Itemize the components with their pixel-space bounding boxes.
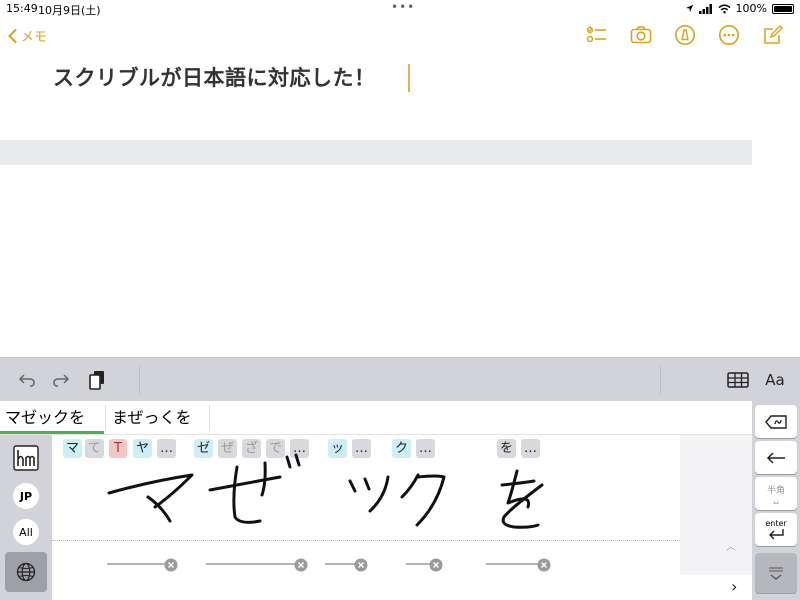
battery-percent: 100% (735, 2, 767, 15)
enter-key[interactable]: enter (755, 513, 797, 546)
status-bar: 15:49 10月9日(土) ••• 100% (0, 0, 800, 18)
dismiss-keyboard-key[interactable] (755, 553, 797, 593)
delete-stroke-icon[interactable] (294, 557, 308, 576)
globe-icon[interactable] (5, 552, 47, 592)
baseline-guide (52, 540, 680, 541)
multitasking-dots-icon[interactable]: ••• (391, 0, 415, 14)
camera-icon[interactable] (630, 24, 652, 46)
return-icon (769, 529, 784, 540)
location-icon (685, 4, 693, 13)
delete-stroke-icon[interactable] (537, 557, 551, 576)
right-key-column: 半角 ␣ enter (752, 401, 800, 600)
paste-icon[interactable] (86, 370, 108, 390)
delete-stroke-icon[interactable] (164, 557, 178, 576)
more-icon[interactable] (718, 24, 740, 46)
text-cursor (408, 64, 410, 92)
note-title[interactable]: スクリブルが日本語に対応した！ (53, 62, 376, 92)
keyboard-dismiss-icon (769, 567, 783, 580)
selected-candidate-underline (0, 431, 104, 434)
undo-icon[interactable] (16, 370, 38, 390)
status-right: 100% (685, 2, 794, 15)
signal-icon (698, 3, 712, 14)
delete-stroke-icon[interactable] (429, 557, 443, 576)
navigation-bar: メモ (0, 20, 800, 50)
text-format-button[interactable]: Aa (760, 370, 790, 390)
jp-mode-button[interactable]: JP (13, 483, 39, 509)
candidate-divider (209, 405, 210, 431)
wifi-icon (718, 4, 731, 13)
chevron-left-icon (8, 28, 17, 43)
table-icon[interactable] (726, 370, 750, 390)
backspace-arrow-key[interactable] (755, 441, 797, 474)
back-button[interactable]: メモ (8, 26, 47, 45)
back-label: メモ (21, 30, 48, 45)
checklist-icon[interactable] (586, 24, 608, 46)
candidate-divider (105, 405, 106, 431)
keyboard-toolbar: Aa (0, 357, 800, 401)
chevron-right-icon[interactable]: › (731, 577, 737, 596)
handwriting-area[interactable]: マ て T ヤ … ゼ ぜ ざ で … ッ … ク … を … (52, 435, 752, 575)
status-date: 10月9日(土) (38, 4, 101, 17)
arrow-left-icon (766, 451, 785, 464)
enter-label: enter (765, 519, 787, 528)
status-time: 15:49 (6, 2, 38, 15)
toolbar-divider (139, 366, 140, 394)
hankaku-key[interactable]: 半角 ␣ (755, 477, 797, 510)
handwriting-mode-icon[interactable] (13, 445, 39, 475)
candidate-item[interactable]: マゼックを (2, 407, 88, 434)
nav-actions (586, 24, 784, 46)
space-glyph-icon: ␣ (773, 495, 779, 505)
markup-icon[interactable] (674, 24, 696, 46)
delete-stroke-icon[interactable] (354, 557, 368, 576)
backspace-icon (765, 414, 787, 429)
redo-icon[interactable] (50, 370, 72, 390)
handwriting-footer (0, 140, 752, 165)
input-mode-panel: JP All (0, 435, 52, 600)
toolbar-divider (660, 366, 661, 394)
handwriting-margin (680, 435, 752, 575)
compose-icon[interactable] (762, 24, 784, 46)
delete-key[interactable] (755, 405, 797, 438)
handwriting-ink (107, 453, 544, 529)
candidate-bar: マゼックを まぜっくを (0, 401, 752, 435)
all-mode-button[interactable]: All (13, 519, 39, 545)
scroll-up-icon[interactable]: ︿ (726, 538, 736, 553)
candidate-item[interactable]: まぜっくを (109, 407, 195, 434)
battery-icon (772, 3, 794, 14)
